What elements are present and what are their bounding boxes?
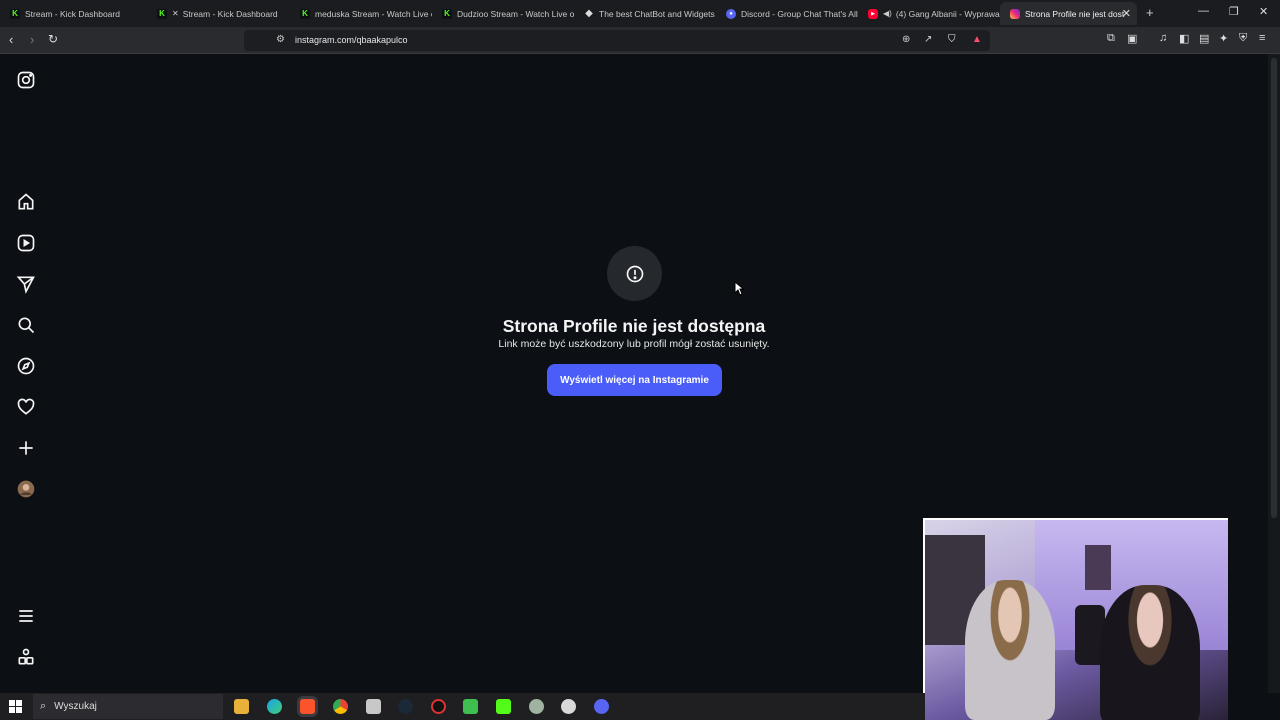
muted-speaker-icon[interactable]: ✕ [172, 9, 179, 18]
extensions-icon[interactable]: ⧉ [1107, 32, 1115, 45]
discord-icon[interactable] [594, 699, 609, 714]
app-icon[interactable] [366, 699, 381, 714]
search-placeholder: Wyszukaj [54, 701, 97, 712]
tab-dudzioo-stream[interactable]: K Dudzioo Stream - Watch Live o [432, 2, 574, 25]
direct-icon[interactable] [16, 274, 36, 294]
tab-title: Strona Profile nie jest dost [1025, 8, 1125, 19]
obs-icon[interactable] [431, 699, 446, 714]
speaker-icon[interactable]: ◀) [883, 9, 892, 18]
new-tab-button[interactable]: + [1146, 5, 1154, 20]
windows-start-icon[interactable] [9, 700, 22, 713]
tab-strip: K Stream - Kick Dashboard K ✕ Stream - K… [0, 0, 1280, 27]
kick-icon: K [157, 8, 167, 19]
scrollbar-thumb[interactable] [1271, 58, 1277, 518]
webcam-poster [1085, 545, 1111, 590]
brave-shields-icon[interactable]: ⛉ [948, 34, 956, 45]
back-icon[interactable]: ‹ [9, 32, 13, 47]
chrome-icon[interactable] [333, 699, 348, 714]
windows-taskbar: ⌕ Wyszukaj [0, 693, 925, 720]
wallet-icon[interactable]: ▣ [1127, 32, 1137, 45]
mouse-cursor-icon [734, 281, 744, 296]
file-explorer-icon[interactable] [234, 699, 249, 714]
webcam-person-right [1100, 585, 1200, 720]
discord-icon: ● [726, 8, 736, 19]
wallet-2-icon[interactable]: ▤ [1199, 32, 1209, 45]
notifications-heart-icon[interactable] [16, 397, 36, 417]
instagram-icon [1010, 8, 1020, 19]
tab-chatbot-widgets[interactable]: ◆ The best ChatBot and Widgets [574, 2, 716, 25]
tab-kick-dashboard-2[interactable]: K ✕ Stream - Kick Dashboard [147, 2, 290, 25]
tab-instagram-active[interactable]: Strona Profile nie jest dost ✕ [1000, 2, 1137, 25]
steam-icon[interactable] [398, 699, 413, 714]
profile-avatar[interactable] [16, 479, 36, 499]
edge-icon[interactable] [267, 699, 282, 714]
kick-studio-icon[interactable] [496, 699, 511, 714]
reels-icon[interactable] [16, 233, 36, 253]
vpn-icon[interactable]: ⛨ [1239, 32, 1247, 45]
apps-icon[interactable] [16, 647, 36, 667]
app-white-icon[interactable] [561, 699, 576, 714]
tab-youtube-gang-albanii[interactable]: ▶ ◀) (4) Gang Albanii - Wyprawa [858, 2, 1000, 25]
restore-icon[interactable]: ❐ [1229, 5, 1239, 18]
share-icon[interactable]: ↗ [924, 34, 932, 45]
main-menu-icon[interactable]: ≡ [1259, 32, 1265, 44]
close-tab-icon[interactable]: ✕ [1122, 7, 1131, 20]
brave-rewards-icon[interactable]: ▲ [972, 34, 982, 45]
tab-title: Stream - Kick Dashboard [25, 8, 120, 19]
youtube-icon: ▶ [868, 8, 878, 19]
view-more-on-instagram-button[interactable]: Wyświetl więcej na Instagramie [547, 364, 722, 396]
webcam-overlay [923, 518, 1228, 720]
tab-kick-dashboard-1[interactable]: K Stream - Kick Dashboard [0, 2, 147, 25]
home-icon[interactable] [16, 192, 36, 212]
kick-icon: K [300, 8, 310, 19]
url-text[interactable]: instagram.com/qbaakapulco [295, 35, 408, 45]
tab-title: Discord - Group Chat That's All [741, 8, 858, 19]
diamond-icon: ◆ [585, 8, 593, 19]
alert-circle-icon [626, 265, 643, 282]
minimize-icon[interactable]: — [1198, 5, 1209, 17]
kick-icon: K [10, 8, 20, 19]
tab-title: (4) Gang Albanii - Wyprawa [895, 8, 1000, 19]
scrollbar[interactable] [1268, 54, 1280, 693]
error-badge [607, 246, 662, 301]
create-plus-icon[interactable] [16, 438, 36, 458]
tab-title: The best ChatBot and Widgets [599, 8, 715, 19]
explore-icon[interactable] [16, 356, 36, 376]
sidebar-toggle-icon[interactable]: ◧ [1179, 32, 1189, 45]
tab-discord[interactable]: ● Discord - Group Chat That's All [716, 2, 858, 25]
menu-icon[interactable] [16, 606, 36, 626]
app-green-icon[interactable] [463, 699, 478, 714]
brave-icon[interactable] [300, 699, 315, 714]
webcam-person-left [965, 580, 1055, 720]
app-round-icon[interactable] [529, 699, 544, 714]
error-subtitle: Link może być uszkodzony lub profil mógł… [498, 338, 770, 350]
leo-ai-icon[interactable]: ✦ [1219, 32, 1228, 45]
zoom-icon[interactable]: ⊕ [902, 34, 910, 45]
kick-icon: K [442, 8, 452, 19]
tab-title: meduska Stream - Watch Live o [315, 8, 432, 19]
address-bar[interactable]: ⚙ instagram.com/qbaakapulco ⊕ ↗ ⛉ ▲ [244, 30, 990, 51]
taskbar-search[interactable]: ⌕ Wyszukaj [33, 694, 223, 719]
site-info-icon[interactable]: ⚙ [276, 34, 285, 45]
error-title: Strona Profile nie jest dostępna [502, 316, 766, 336]
close-window-icon[interactable]: ✕ [1259, 5, 1268, 18]
music-icon[interactable]: ♫ [1159, 32, 1167, 44]
reload-icon[interactable]: ↻ [48, 32, 58, 46]
instagram-logo-icon[interactable] [16, 70, 36, 90]
forward-icon[interactable]: › [30, 32, 34, 47]
search-icon: ⌕ [40, 700, 47, 712]
tab-title: Stream - Kick Dashboard [182, 8, 278, 19]
browser-toolbar: ‹ › ↻ ⊓ ⚙ instagram.com/qbaakapulco ⊕ ↗ … [0, 27, 1280, 54]
tab-title: Dudzioo Stream - Watch Live o [457, 8, 574, 19]
tab-meduska-stream[interactable]: K meduska Stream - Watch Live o [290, 2, 432, 25]
